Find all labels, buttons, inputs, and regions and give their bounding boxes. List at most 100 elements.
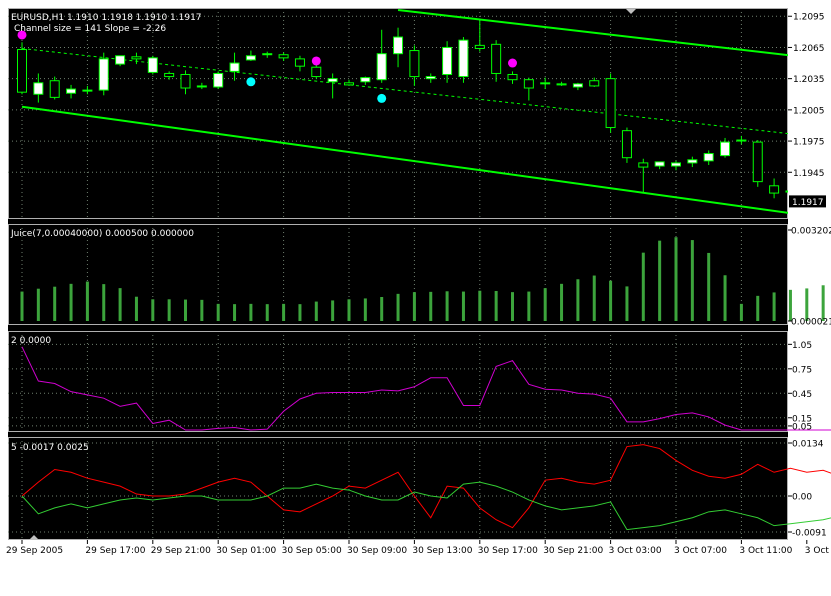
juice-bar (118, 288, 122, 321)
chart-title: EURUSD,H1 1.1910 1.1918 1.1910 1.1917 (11, 13, 202, 23)
juice-bar (314, 301, 318, 321)
left-margin (0, 0, 8, 596)
juice-tick-label: 0.000021 (791, 318, 831, 328)
juice-bar (511, 292, 514, 321)
juice-tick-label: 0.003202 (791, 227, 831, 237)
juice-bar (788, 289, 792, 321)
juice-bar (396, 293, 400, 321)
magenta-signal-dot (508, 58, 517, 68)
trading-chart[interactable]: 1.2095 1.2065 1.2035 1.2005 1.1975 1.1945 1.19… (0, 0, 831, 596)
juice-bar (641, 252, 645, 321)
candle-body (769, 185, 780, 194)
juice-bar (429, 291, 433, 321)
candle-body (229, 62, 240, 72)
candle-body (147, 57, 158, 73)
candle-body (98, 58, 109, 91)
cyan-signal-dot (246, 77, 256, 87)
candle[interactable] (98, 52, 109, 96)
juice-bar (216, 303, 220, 321)
juice-bar (412, 292, 416, 321)
price-tick-label: 1.2005 (793, 106, 825, 116)
time-tick-label: 3 Oct 07:00 (674, 546, 727, 556)
candle[interactable] (311, 65, 322, 79)
candle-body (376, 53, 387, 81)
juice-bar (298, 304, 302, 321)
time-tick-label: 30 Sep 01:00 (216, 546, 276, 556)
juice-bar (543, 288, 547, 321)
time-tick-label: 29 Sep 17:00 (85, 546, 145, 556)
price-tick-label: 1.2095 (793, 13, 825, 23)
indicator2-title: 2 0.0000 (11, 336, 51, 346)
juice-bar (380, 296, 384, 321)
candle-body (180, 73, 191, 89)
candle-body (523, 79, 534, 89)
candle-body (458, 39, 469, 78)
candle-body (131, 56, 142, 60)
candle-body (687, 159, 698, 164)
candle-body (196, 85, 207, 88)
time-tick-label: 30 Sep 21:00 (543, 546, 603, 556)
juice-bar (151, 299, 155, 321)
candle-body (621, 130, 632, 159)
juice-bar (707, 252, 711, 321)
magenta-signal-dot (311, 56, 321, 66)
candle-body (605, 78, 616, 129)
candle[interactable] (752, 140, 763, 187)
indicator2-tick-label: 0.05 (792, 422, 812, 432)
juice-bar (265, 304, 269, 321)
juice-bar (690, 240, 694, 321)
indicator2-tick-label: 0.45 (792, 390, 812, 400)
candle-body (213, 72, 224, 88)
candle-body (720, 141, 731, 157)
juice-bar (331, 300, 335, 321)
indicator3-tick-label: 0.00 (792, 493, 812, 503)
candle[interactable] (213, 71, 224, 90)
candle-body (654, 161, 665, 167)
candle-body (278, 54, 289, 59)
juice-bar (592, 275, 596, 321)
time-tick-label: 29 Sep 2005 (6, 546, 63, 556)
juice-bar (625, 286, 629, 321)
cyan-signal-dot (377, 93, 387, 103)
juice-bar (102, 284, 106, 321)
candle-body (507, 73, 518, 81)
candle-body (671, 162, 681, 167)
time-tick-label: 3 Oct 11:00 (739, 546, 792, 556)
indicator3-tick-label: -0.0091 (792, 529, 827, 539)
juice-bar (445, 291, 449, 321)
candle-body (540, 82, 551, 85)
candle-body (245, 55, 256, 61)
candle[interactable] (17, 42, 27, 95)
chart-subtitle: Channel size = 141 Slope = -2.26 (14, 24, 166, 34)
juice-bar (560, 283, 564, 321)
candle-body (589, 80, 600, 87)
juice-bar (134, 296, 138, 321)
candle[interactable] (605, 73, 616, 133)
candle-body (66, 88, 77, 94)
time-tick-label: 30 Sep 17:00 (478, 546, 538, 556)
juice-bar (756, 295, 760, 321)
time-tick-label: 30 Sep 13:00 (412, 546, 472, 556)
juice-bar (282, 303, 286, 321)
juice-bar (69, 283, 73, 321)
price-tick-label: 1.1945 (793, 169, 825, 179)
candle-body (327, 78, 338, 83)
juice-bar (723, 275, 727, 321)
juice-bar (20, 291, 24, 321)
candle[interactable] (621, 127, 632, 163)
juice-bar (249, 303, 253, 321)
candle-body (33, 82, 44, 95)
candle-body (393, 36, 404, 55)
indicator3-title: 5 -0.0017 0.0025 (11, 443, 89, 453)
juice-bar (36, 288, 40, 321)
juice-bar (184, 299, 187, 321)
juice-bar (527, 291, 531, 321)
candle[interactable] (458, 37, 469, 83)
candle-body (360, 77, 371, 83)
juice-bar (658, 240, 662, 321)
time-tick-label: 3 Oct 15:00 (805, 546, 831, 556)
juice-bar (167, 299, 171, 321)
candle[interactable] (147, 55, 158, 75)
juice-bar (609, 280, 613, 321)
juice-bar (494, 290, 498, 321)
